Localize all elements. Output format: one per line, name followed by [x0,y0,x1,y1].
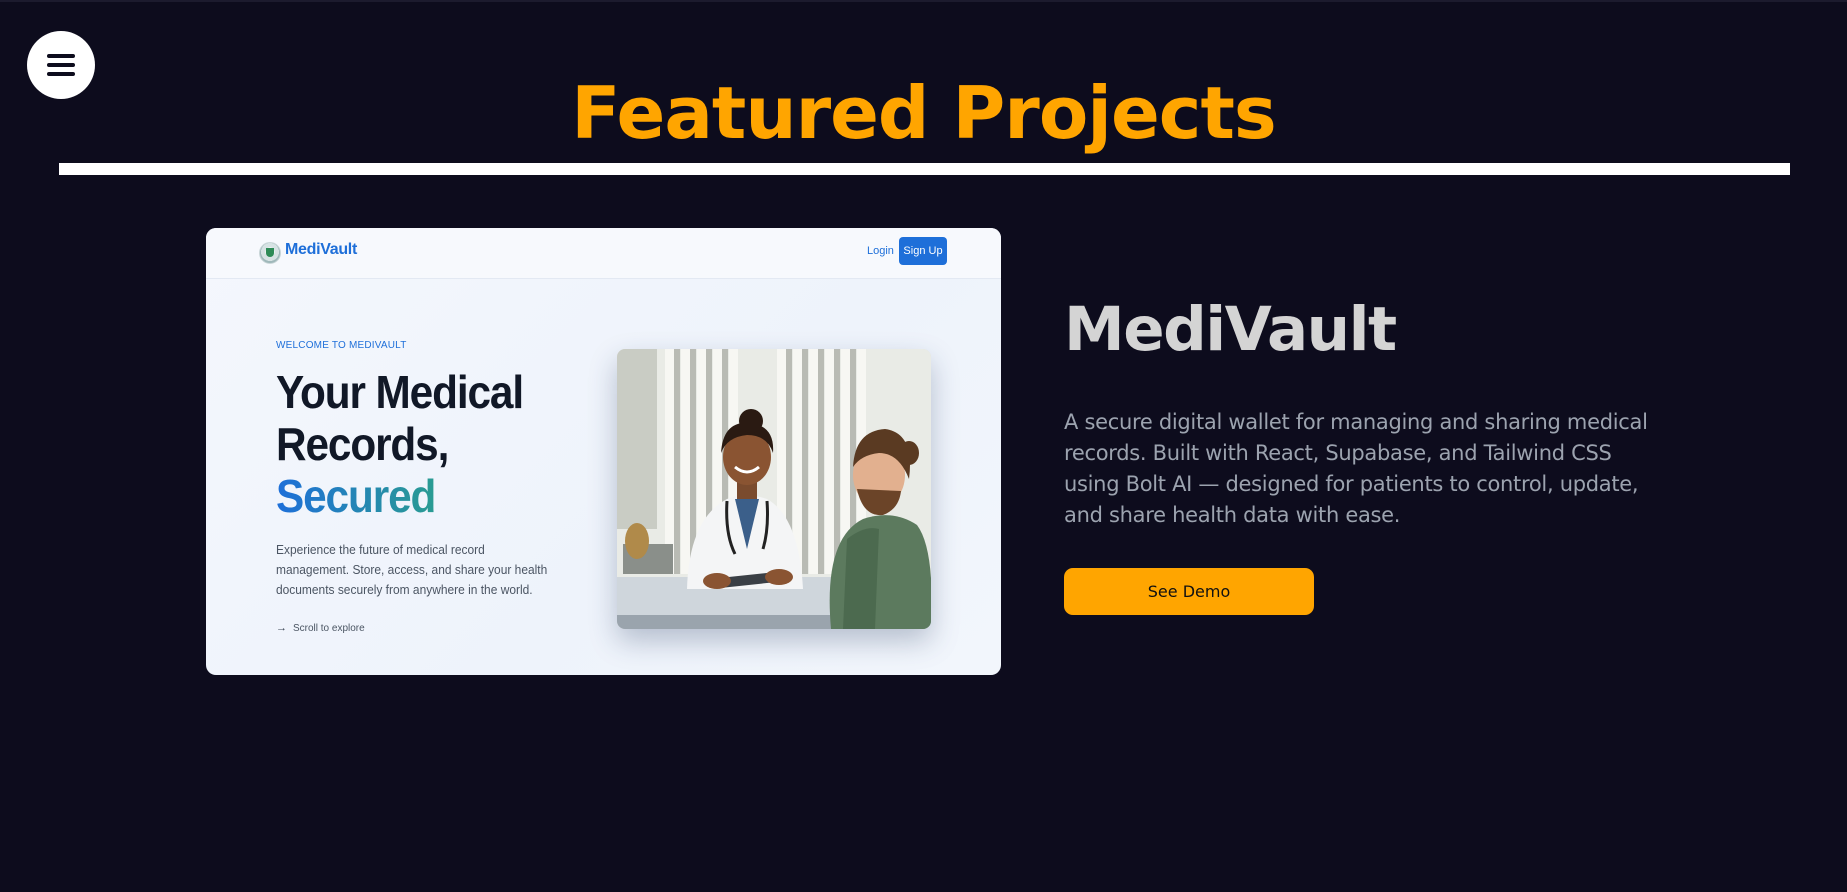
project-preview-image: MediVault Login Sign Up WELCOME TO MEDIV… [206,228,1001,675]
arrow-right-icon: → [276,622,287,634]
medivault-logo-icon [259,242,281,264]
preview-headline-accent: Secured [276,470,552,522]
preview-login-link: Login [867,245,894,257]
project-title: MediVault [1064,294,1397,365]
preview-signup-button: Sign Up [899,237,947,265]
doctor-patient-photo [617,349,931,629]
featured-projects-page: Featured Projects MediVault Login Sign U… [0,0,1847,892]
title-divider [59,163,1790,175]
preview-scroll-label: Scroll to explore [293,622,365,634]
preview-navbar: MediVault Login Sign Up [206,228,1001,279]
see-demo-button[interactable]: See Demo [1064,568,1314,615]
preview-eyebrow: WELCOME TO MEDIVAULT [276,340,407,351]
section-title: Featured Projects [571,71,1277,155]
preview-headline-line2: Records, [276,418,449,470]
preview-description: Experience the future of medical record … [276,542,548,597]
preview-brand: MediVault [285,241,357,258]
project-description: A secure digital wallet for managing and… [1064,410,1648,527]
preview-headline: Your Medical Records, Secured [276,366,552,522]
preview-headline-line1: Your Medical [276,366,524,418]
preview-scroll-hint: → Scroll to explore [276,622,365,634]
